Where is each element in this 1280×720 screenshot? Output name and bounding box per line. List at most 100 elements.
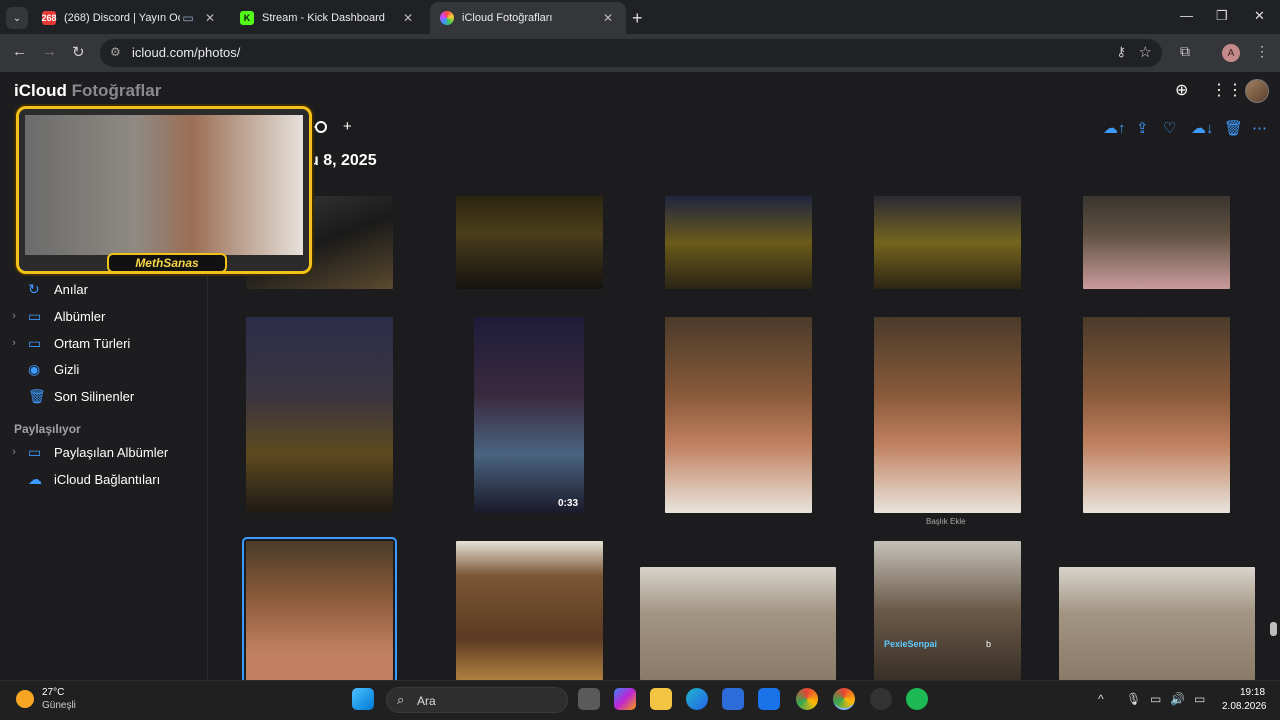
tab-kick[interactable]: K Stream - Kick Dashboard ✕ xyxy=(230,2,426,34)
icloud-header: iCloud Fotoğraflar xyxy=(0,72,1280,110)
add-icon[interactable]: ⊕ xyxy=(1175,80,1188,100)
photo-tile[interactable] xyxy=(1083,196,1230,289)
close-tab-icon[interactable]: ✕ xyxy=(600,11,616,25)
reload-icon[interactable]: ↻ xyxy=(72,43,85,61)
task-view-icon[interactable] xyxy=(578,688,600,710)
tab-discord[interactable]: 268 (268) Discord | Yayın Odası | ▭ ✕ xyxy=(32,2,228,34)
copilot-icon[interactable] xyxy=(614,688,636,710)
sidebar-item-label: Albümler xyxy=(54,308,106,324)
scrollbar[interactable] xyxy=(1271,110,1280,680)
address-bar[interactable]: ⚙ icloud.com/photos/ ⚷ ☆ xyxy=(100,39,1162,67)
video-duration: 0:33 xyxy=(557,498,578,509)
photo-tile[interactable] xyxy=(1059,567,1255,680)
sidebar-item-shared-albums[interactable]: › ▭ Paylaşılan Albümler xyxy=(0,439,208,465)
photo-tile-selected[interactable] xyxy=(242,537,397,684)
outlook-icon[interactable] xyxy=(758,688,780,710)
sidebar-item-memories[interactable]: ↻ Anılar xyxy=(0,276,208,302)
back-icon[interactable]: ← xyxy=(12,43,27,60)
chrome-active-icon[interactable] xyxy=(833,688,855,710)
photo-tile[interactable] xyxy=(640,567,836,680)
volume-icon[interactable]: 🔊 xyxy=(1170,692,1185,706)
sidebar-item-hidden[interactable]: ◉ Gizli xyxy=(0,356,208,382)
tab-search-button[interactable]: ⌄ xyxy=(6,7,28,29)
streamer-nameplate: MethSanas xyxy=(107,253,227,271)
weather-sun-icon[interactable] xyxy=(16,690,34,708)
weather-temperature[interactable]: 27°C xyxy=(42,687,64,698)
microphone-icon[interactable]: 🎙 xyxy=(1126,692,1141,706)
chevron-right-icon[interactable]: › xyxy=(0,446,28,458)
password-key-icon[interactable]: ⚷ xyxy=(1116,44,1126,60)
memories-icon: ↻ xyxy=(28,280,40,297)
photo-tile[interactable] xyxy=(874,196,1021,289)
photo-tile[interactable] xyxy=(874,317,1021,513)
delete-icon[interactable]: 🗑 xyxy=(1224,119,1243,137)
sidebar-item-media-types[interactable]: › ▭ Ortam Türleri xyxy=(0,330,208,356)
clock-date[interactable]: 2.08.2026 xyxy=(1222,701,1267,712)
user-avatar[interactable] xyxy=(1245,79,1269,103)
sidebar-item-label: Son Silinenler xyxy=(54,388,135,404)
sidebar-item-recently-deleted[interactable]: 🗑 Son Silinenler xyxy=(0,383,208,409)
photo-tile[interactable] xyxy=(665,196,812,289)
store-icon[interactable] xyxy=(722,688,744,710)
photo-tile[interactable] xyxy=(456,196,603,289)
browser-menu-icon[interactable]: ⋮ xyxy=(1255,43,1269,60)
new-tab-button[interactable]: + xyxy=(632,8,643,29)
profile-avatar[interactable]: A xyxy=(1222,44,1240,62)
tab-icloud[interactable]: iCloud Fotoğrafları ✕ xyxy=(430,2,626,34)
battery-icon[interactable]: ▭ xyxy=(1194,692,1205,706)
discord-favicon-icon: 268 xyxy=(41,11,57,25)
more-options-icon[interactable]: ⋯ xyxy=(1252,119,1267,137)
extensions-icon[interactable]: ⧉ xyxy=(1180,43,1190,60)
photo-tile[interactable] xyxy=(665,317,812,513)
photo-tile[interactable] xyxy=(456,541,603,680)
chevron-right-icon[interactable]: › xyxy=(0,337,28,349)
favorite-heart-icon[interactable]: ♡ xyxy=(1163,119,1176,137)
close-tab-icon[interactable]: ✕ xyxy=(202,11,218,25)
sidebar-item-albums[interactable]: › ▭ Albümler xyxy=(0,303,208,329)
zoom-in-button[interactable]: + xyxy=(343,118,352,135)
bookmark-star-icon[interactable]: ☆ xyxy=(1139,43,1152,61)
webcam-feed xyxy=(25,115,303,255)
edge-icon[interactable] xyxy=(686,688,708,710)
spotify-icon[interactable] xyxy=(906,688,928,710)
sidebar-item-label: Gizli xyxy=(54,361,80,377)
close-window-icon[interactable]: ✕ xyxy=(1254,8,1265,24)
site-info-icon[interactable]: ⚙ xyxy=(110,45,121,59)
browser-toolbar: ← → ↻ ⚙ icloud.com/photos/ ⚷ ☆ ⧉ xyxy=(0,34,1280,72)
icloud-logo[interactable]: iCloud Fotoğraflar xyxy=(14,81,161,101)
tab-title: Stream - Kick Dashboard xyxy=(262,12,385,24)
sidebar-item-icloud-links[interactable]: ☁ iCloud Bağlantıları xyxy=(0,466,208,492)
download-icon[interactable]: ☁↓ xyxy=(1191,119,1214,137)
zoom-slider-thumb[interactable] xyxy=(315,121,327,133)
photo-caption[interactable]: Başlık Ekle xyxy=(926,517,966,526)
kick-favicon-icon: K xyxy=(240,11,254,25)
chrome-icon[interactable] xyxy=(796,688,818,710)
clock-time[interactable]: 19:18 xyxy=(1240,687,1265,698)
taskbar-search[interactable]: ⌕ Ara xyxy=(386,687,568,713)
obs-icon[interactable] xyxy=(870,688,892,710)
scrollbar-thumb[interactable] xyxy=(1270,622,1277,636)
photo-tile[interactable] xyxy=(1083,317,1230,513)
forward-icon[interactable]: → xyxy=(42,43,57,60)
minimize-icon[interactable]: — xyxy=(1180,8,1193,23)
video-tile[interactable]: 0:33 xyxy=(474,317,584,513)
webcam-overlay: MethSanas xyxy=(16,106,312,274)
share-icon[interactable]: ⇪ xyxy=(1136,119,1149,137)
maximize-icon[interactable]: ❐ xyxy=(1216,8,1228,24)
chat-overlay-name: PexieSenpai xyxy=(884,639,938,649)
chevron-right-icon[interactable]: › xyxy=(0,310,28,322)
close-tab-icon[interactable]: ✕ xyxy=(400,11,416,25)
photos-favicon-icon xyxy=(440,11,454,25)
media-types-icon: ▭ xyxy=(28,334,42,351)
photo-tile[interactable]: PexieSenpai b xyxy=(874,541,1021,680)
file-explorer-icon[interactable] xyxy=(650,688,672,710)
start-menu-icon[interactable] xyxy=(352,688,374,710)
windows-taskbar xyxy=(0,680,1280,720)
weather-description[interactable]: Güneşli xyxy=(42,700,76,711)
network-icon[interactable]: ▭ xyxy=(1150,692,1161,706)
photo-tile[interactable] xyxy=(246,317,393,513)
brand-sub: Fotoğraflar xyxy=(71,81,162,100)
tab-title: iCloud Fotoğrafları xyxy=(462,12,553,24)
tray-chevron-icon[interactable]: ^ xyxy=(1098,692,1104,706)
upload-icon[interactable]: ☁↑ xyxy=(1103,119,1126,137)
